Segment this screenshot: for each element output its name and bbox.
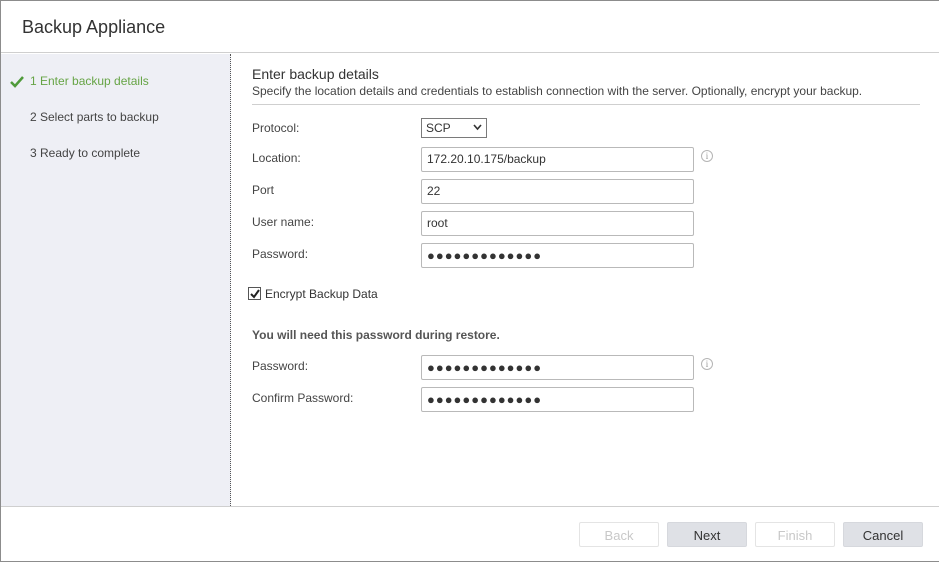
restore-password-note: You will need this password during resto…	[252, 328, 500, 342]
cancel-button[interactable]: Cancel	[843, 522, 923, 547]
encryption-password-input[interactable]: ●●●●●●●●●●●●●	[421, 355, 694, 380]
location-label: Location:	[252, 151, 301, 165]
chevron-down-icon	[473, 124, 482, 131]
next-button[interactable]: Next	[667, 522, 747, 547]
dialog-title: Backup Appliance	[22, 17, 166, 37]
protocol-label: Protocol:	[252, 121, 300, 135]
protocol-value: SCP	[426, 121, 451, 135]
dialog-header: Backup Appliance	[1, 1, 939, 53]
checkmark-icon	[10, 76, 24, 88]
encryption-password-label: Password:	[252, 359, 309, 373]
confirm-password-input[interactable]: ●●●●●●●●●●●●●	[421, 387, 694, 412]
wizard-steps-sidebar: 1 Enter backup details 2 Select parts to…	[1, 54, 231, 506]
encrypt-backup-label[interactable]: Encrypt Backup Data	[265, 287, 378, 301]
username-label: User name:	[252, 215, 315, 229]
port-label: Port	[252, 183, 275, 197]
info-icon[interactable]: i	[701, 358, 713, 370]
step-select-parts[interactable]: 2 Select parts to backup	[30, 110, 159, 124]
section-description: Specify the location details and credent…	[252, 84, 863, 98]
encrypt-backup-checkbox[interactable]	[248, 287, 261, 300]
back-button[interactable]: Back	[579, 522, 659, 547]
finish-button[interactable]: Finish	[755, 522, 835, 547]
username-input[interactable]: root	[421, 211, 694, 236]
checkbox-check-icon	[250, 289, 260, 299]
location-input[interactable]: 172.20.10.175/backup	[421, 147, 694, 172]
info-icon[interactable]: i	[701, 150, 713, 162]
step-enter-backup-details[interactable]: 1 Enter backup details	[30, 74, 149, 88]
password-label: Password:	[252, 247, 309, 261]
step-ready-to-complete[interactable]: 3 Ready to complete	[30, 146, 140, 160]
port-input[interactable]: 22	[421, 179, 694, 204]
backup-appliance-dialog: Backup Appliance 1 Enter backup details …	[0, 0, 939, 562]
section-title: Enter backup details	[252, 66, 379, 82]
protocol-select[interactable]: SCP	[421, 118, 487, 138]
divider	[252, 104, 920, 105]
confirm-password-label: Confirm Password:	[252, 391, 354, 405]
footer-divider	[1, 506, 939, 507]
password-input[interactable]: ●●●●●●●●●●●●●	[421, 243, 694, 268]
